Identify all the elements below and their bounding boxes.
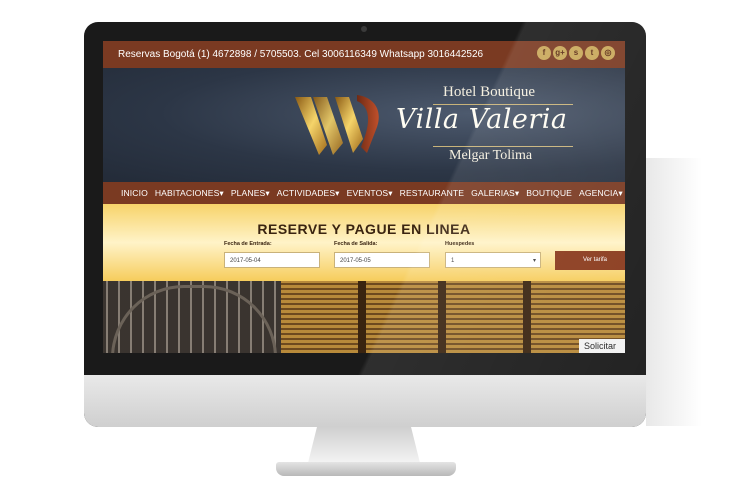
monitor-base (276, 462, 456, 476)
shutter-divider (523, 281, 531, 353)
site-header: Hotel Boutique Villa Valeria Melgar Toli… (103, 68, 625, 182)
facebook-icon[interactable]: f (537, 46, 551, 60)
chevron-down-icon: ▾ (532, 258, 536, 264)
nav-item-habitaciones[interactable]: HABITACIONES▾ (155, 188, 224, 199)
checkout-date-input[interactable]: 2017-05-05 (334, 252, 430, 268)
divider (433, 146, 573, 147)
contact-info: Reservas Bogotá (1) 4672898 / 5705503. C… (118, 49, 484, 60)
instagram-icon[interactable]: ◎ (601, 46, 615, 60)
booking-title: RESERVE Y PAGUE EN LINEA (257, 221, 471, 237)
brand-name[interactable]: Villa Valeria (396, 104, 567, 135)
nav-item-galerias[interactable]: GALERIAS▾ (471, 188, 519, 199)
brand-tagline: Hotel Boutique (443, 84, 536, 100)
shutter-divider (358, 281, 366, 353)
shutter-divider (438, 281, 446, 353)
nav-item-inicio[interactable]: INICIO (121, 188, 148, 198)
guests-value: 1 (451, 258, 455, 264)
checkin-date-input[interactable]: 2017-05-04 (224, 252, 320, 268)
hotel-logo[interactable] (293, 93, 383, 159)
checkin-label: Fecha de Entrada: (224, 241, 272, 247)
guests-label: Huespedes (445, 241, 475, 247)
monitor-chin (84, 375, 646, 427)
brand-location: Melgar Tolima (449, 148, 533, 163)
nav-item-eventos[interactable]: EVENTOS▾ (347, 188, 393, 199)
monitor-stand (308, 427, 420, 463)
social-links: f g+ s t ◎ (537, 46, 615, 60)
booking-widget: RESERVE Y PAGUE EN LINEA Fecha de Entrad… (103, 204, 625, 281)
nav-item-restaurante[interactable]: RESTAURANTE (400, 188, 464, 198)
google-plus-icon[interactable]: g+ (553, 46, 567, 60)
guests-select[interactable]: 1 ▾ (445, 252, 541, 268)
main-nav: INICIO HABITACIONES▾ PLANES▾ ACTIVIDADES… (103, 182, 625, 204)
nav-item-agencia[interactable]: AGENCIA▾ (579, 188, 623, 199)
camera-icon (361, 26, 367, 32)
rate-button[interactable]: Ver tarifa (555, 251, 625, 270)
monitor-shadow (646, 158, 702, 426)
shutters-image (281, 281, 625, 353)
nav-item-actividades[interactable]: ACTIVIDADES▾ (277, 188, 340, 199)
skype-icon[interactable]: s (569, 46, 583, 60)
top-bar: Reservas Bogotá (1) 4672898 / 5705503. C… (103, 41, 625, 68)
twitter-icon[interactable]: t (585, 46, 599, 60)
request-button[interactable]: Solicitar (579, 339, 625, 353)
website-screen: Reservas Bogotá (1) 4672898 / 5705503. C… (103, 41, 625, 353)
nav-item-planes[interactable]: PLANES▾ (231, 188, 270, 199)
checkout-date-value: 2017-05-05 (340, 258, 371, 264)
hero-photo: Solicitar (103, 281, 625, 353)
checkin-date-value: 2017-05-04 (230, 258, 261, 264)
checkout-label: Fecha de Salida: (334, 241, 378, 247)
nav-item-boutique[interactable]: BOUTIQUE (526, 188, 572, 198)
